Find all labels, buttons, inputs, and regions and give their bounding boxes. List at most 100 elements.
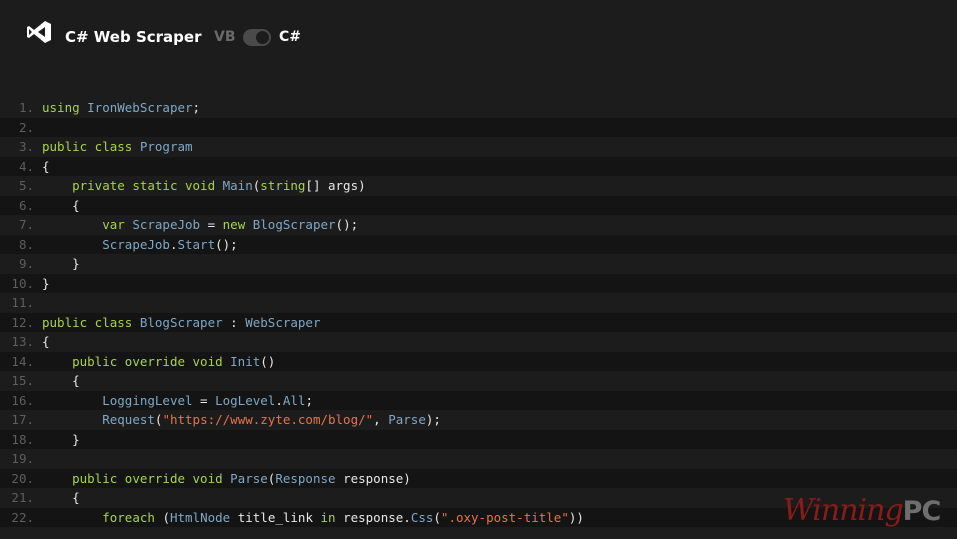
code-token: Request: [102, 412, 155, 427]
header-bar: C# Web Scraper VB C#: [0, 0, 957, 75]
code-text: public class BlogScraper : WebScraper: [42, 315, 320, 330]
code-line: 9. }: [0, 254, 957, 274]
code-token: foreach: [102, 509, 163, 525]
code-text: {: [42, 334, 50, 349]
code-token: public override void: [72, 353, 231, 369]
line-number: 19.: [11, 451, 34, 466]
code-text: using IronWebScraper;: [42, 100, 200, 115]
code-text: }: [42, 276, 50, 291]
code-token: Parse: [388, 412, 426, 427]
code-token: All: [282, 392, 306, 408]
code-token: response.: [343, 509, 411, 525]
toggle-knob: [256, 31, 269, 44]
line-number: 5.: [18, 178, 34, 193]
code-token: BlogScraper: [139, 314, 223, 330]
line-number: 17.: [11, 412, 34, 427]
line-number: 4.: [18, 158, 34, 174]
code-text: Request("https://www.zyte.com/blog/", Pa…: [42, 412, 441, 427]
code-line: 19.: [0, 449, 957, 469]
code-text: LoggingLevel = LogLevel.All;: [42, 393, 313, 408]
line-number: 13.: [11, 334, 34, 349]
code-line: 13. {: [0, 332, 957, 352]
code-token: title_link: [230, 509, 321, 525]
line-number: 10.: [11, 275, 34, 291]
language-csharp-label[interactable]: C#: [279, 29, 301, 45]
code-token: Parse: [230, 470, 268, 486]
code-token: {: [42, 490, 80, 505]
visual-studio-icon: [27, 21, 51, 43]
code-line: 4. {: [0, 156, 957, 176]
code-token: Init: [230, 353, 261, 369]
code-token: new: [222, 217, 253, 232]
code-token: response): [335, 470, 411, 486]
line-number: 12.: [11, 314, 34, 330]
code-token: }: [42, 431, 80, 447]
code-token: ();: [215, 236, 238, 252]
code-token: =: [200, 217, 223, 232]
code-text: foreach ( HtmlNode title_link in response…: [42, 510, 584, 525]
code-block: 1. using IronWebScraper; 2. 3. public class …: [0, 98, 957, 527]
code-token: ".oxy-post-title": [440, 509, 569, 525]
line-number: 18.: [11, 431, 34, 447]
code-text: {: [42, 373, 80, 388]
language-toggle[interactable]: [243, 29, 271, 46]
code-token: ();: [335, 217, 359, 232]
line-number: 22.: [11, 509, 34, 525]
code-token: )): [568, 509, 584, 525]
code-text: public override void Parse(Response resp…: [42, 471, 411, 486]
line-number: 21.: [11, 490, 34, 505]
code-token: Response: [275, 470, 336, 486]
code-text: {: [42, 159, 50, 174]
code-text: {: [42, 198, 80, 213]
code-token: in: [320, 509, 344, 525]
code-token: ;: [305, 392, 313, 408]
code-token: (: [433, 509, 441, 525]
code-text: public override void Init(): [42, 354, 275, 369]
line-number: 9.: [18, 256, 34, 271]
code-line: 7. var ScrapeJob = new BlogScraper();: [0, 215, 957, 235]
code-token: public override void: [72, 470, 231, 486]
code-line: 12. public class BlogScraper : WebScraper: [0, 312, 957, 332]
code-text: ScrapeJob.Start();: [42, 236, 238, 252]
code-line: 11.: [0, 293, 957, 313]
line-number: 7.: [18, 217, 34, 232]
code-token: using: [42, 100, 88, 115]
code-token: {: [42, 158, 50, 174]
code-token: ;: [192, 100, 201, 115]
code-token: =: [192, 392, 216, 408]
line-number: 16.: [11, 392, 34, 408]
line-number: 20.: [11, 470, 34, 486]
code-text: {: [42, 490, 80, 505]
code-token: ScrapeJob: [102, 236, 170, 252]
line-number: 15.: [11, 373, 34, 388]
code-token: .: [275, 392, 283, 408]
line-number: 1.: [18, 100, 34, 115]
code-token: Program: [139, 139, 193, 154]
code-token: }: [42, 275, 50, 291]
code-token: }: [42, 256, 80, 271]
code-line: 10.}: [0, 273, 957, 293]
code-line: 2.: [0, 117, 957, 137]
code-line: 8. ScrapeJob.Start();: [0, 234, 957, 254]
code-token: BlogScraper: [252, 217, 336, 232]
code-token: Start: [177, 236, 216, 252]
language-vb-label[interactable]: VB: [214, 29, 236, 45]
code-token: ScrapeJob: [132, 217, 201, 232]
line-number: 3.: [18, 139, 34, 154]
line-number: 14.: [11, 353, 34, 369]
page-title: C# Web Scraper: [65, 28, 202, 46]
code-text: private static void Main(string[] args): [42, 178, 366, 193]
code-token: string: [260, 178, 306, 193]
code-token: Css: [410, 509, 434, 525]
code-token: [] args): [305, 178, 366, 193]
code-line: 20. public override void Parse(Response …: [0, 468, 957, 488]
code-token: :: [222, 314, 246, 330]
code-text: var ScrapeJob = new BlogScraper();: [42, 217, 358, 232]
code-line: 15. {: [0, 371, 957, 391]
code-token: HtmlNode: [169, 509, 231, 525]
